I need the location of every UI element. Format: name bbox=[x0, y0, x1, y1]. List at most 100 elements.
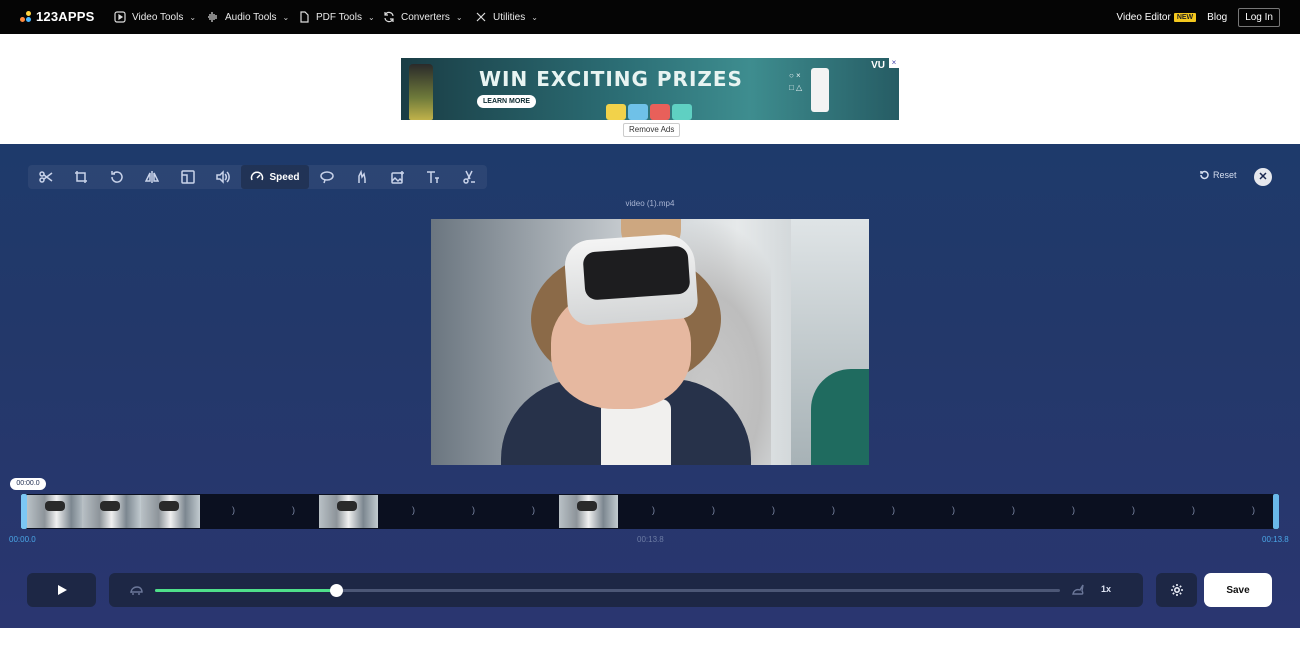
nav-video-tools[interactable]: Video Tools ⌄ bbox=[114, 0, 196, 34]
speed-marker: ) bbox=[1252, 505, 1255, 515]
nav-converters-label: Converters bbox=[401, 11, 450, 23]
tool-add-image[interactable] bbox=[380, 165, 416, 189]
page-footer-area bbox=[0, 628, 1300, 651]
ad-close-icon[interactable]: × bbox=[889, 58, 899, 68]
tool-flip[interactable] bbox=[135, 165, 171, 189]
speedometer-icon bbox=[251, 171, 264, 181]
stabilize-icon bbox=[358, 170, 366, 183]
speed-marker: ) bbox=[712, 505, 715, 515]
rabbit-icon bbox=[1071, 583, 1085, 597]
nav-video-tools-label: Video Tools bbox=[132, 11, 184, 23]
speed-marker: ) bbox=[832, 505, 835, 515]
remove-ads-button[interactable]: Remove Ads bbox=[623, 123, 681, 137]
logo-mark-icon bbox=[20, 10, 32, 23]
timeline-strip[interactable]: )))))))))))))))) bbox=[21, 494, 1279, 529]
nav-converters[interactable]: Converters ⌄ bbox=[383, 0, 463, 34]
reset-icon bbox=[1200, 170, 1209, 180]
chevron-down-icon: ⌄ bbox=[282, 12, 290, 22]
tool-cut[interactable] bbox=[28, 165, 64, 189]
new-badge: NEW bbox=[1173, 12, 1197, 22]
document-icon bbox=[300, 11, 309, 23]
tool-speed[interactable]: Speed bbox=[241, 165, 309, 189]
tool-volume[interactable] bbox=[206, 165, 242, 189]
speed-marker: ) bbox=[412, 505, 415, 515]
tool-crop[interactable] bbox=[64, 165, 100, 189]
logo[interactable]: 123APPS bbox=[20, 9, 95, 24]
timeline-thumbnail bbox=[141, 495, 200, 528]
timeline-thumbnail bbox=[82, 495, 141, 528]
nav-audio-tools-label: Audio Tools bbox=[225, 11, 277, 23]
speed-slider-fill bbox=[155, 589, 336, 592]
resize-icon bbox=[181, 170, 195, 184]
timeline-thumbnail bbox=[559, 495, 618, 528]
ad-headline: WIN EXCITING PRIZES bbox=[479, 67, 743, 91]
play-icon bbox=[57, 585, 67, 595]
top-navbar: 123APPS Video Tools ⌄ Audio Tools ⌄ PDF … bbox=[0, 0, 1300, 34]
flip-icon bbox=[145, 171, 160, 183]
ad-product-image bbox=[409, 64, 433, 120]
tool-loop[interactable] bbox=[309, 165, 345, 189]
tool-rotate[interactable] bbox=[99, 165, 135, 189]
video-editor: Speed Reset ✕ video (1).mp4 00:00.0)) … bbox=[0, 144, 1300, 628]
editor-toolbar: Speed bbox=[28, 165, 487, 189]
current-time-bubble: 00:00.0 bbox=[10, 478, 46, 490]
tool-stabilize[interactable] bbox=[345, 165, 381, 189]
tool-resize[interactable] bbox=[170, 165, 206, 189]
tool-remove-logo[interactable] bbox=[451, 165, 487, 189]
nav-utilities[interactable]: Utilities ⌄ bbox=[475, 0, 538, 34]
ad-console-image bbox=[811, 68, 829, 112]
blog-link[interactable]: Blog bbox=[1207, 12, 1227, 23]
speed-marker: ) bbox=[1012, 505, 1015, 515]
video-editor-link[interactable]: Video Editor bbox=[1117, 12, 1171, 23]
scissors-icon bbox=[39, 171, 53, 183]
save-button[interactable]: Save bbox=[1204, 573, 1272, 607]
speed-control-panel: 1x bbox=[109, 573, 1143, 607]
timeline-end-handle[interactable] bbox=[1273, 494, 1279, 529]
speed-marker: ) bbox=[1192, 505, 1195, 515]
ad-area: WIN EXCITING PRIZES LEARN MORE ○ × □ △ VU… bbox=[0, 34, 1300, 144]
settings-button[interactable] bbox=[1156, 573, 1197, 607]
speed-marker: ) bbox=[652, 505, 655, 515]
timeline-start-time: 00:00.0 bbox=[9, 535, 36, 544]
speed-marker: ) bbox=[472, 505, 475, 515]
close-button[interactable]: ✕ bbox=[1254, 168, 1272, 186]
turtle-icon bbox=[129, 583, 143, 597]
ad-brand-logo: VU bbox=[871, 60, 885, 71]
reset-label: Reset bbox=[1213, 170, 1237, 180]
reset-button[interactable]: Reset bbox=[1199, 170, 1237, 180]
speed-marker: ) bbox=[772, 505, 775, 515]
ad-gifts-image bbox=[606, 102, 716, 120]
chevron-down-icon: ⌄ bbox=[189, 12, 197, 22]
speed-marker: ) bbox=[892, 505, 895, 515]
play-button[interactable] bbox=[27, 573, 96, 607]
gear-icon bbox=[1170, 584, 1183, 596]
convert-icon bbox=[384, 11, 394, 23]
crop-icon bbox=[75, 171, 88, 183]
chevron-down-icon: ⌄ bbox=[531, 12, 538, 22]
play-square-icon bbox=[114, 11, 126, 23]
nav-pdf-tools[interactable]: PDF Tools ⌄ bbox=[298, 0, 375, 34]
chevron-down-icon: ⌄ bbox=[455, 12, 463, 22]
ad-shapes-icon: ○ × □ △ bbox=[789, 71, 803, 92]
ad-banner[interactable]: WIN EXCITING PRIZES LEARN MORE ○ × □ △ VU… bbox=[401, 58, 899, 120]
file-name: video (1).mp4 bbox=[625, 199, 675, 208]
speed-marker: ) bbox=[232, 505, 235, 515]
nav-audio-tools[interactable]: Audio Tools ⌄ bbox=[207, 0, 289, 34]
speed-slider-knob[interactable] bbox=[330, 584, 343, 597]
text-icon bbox=[427, 171, 440, 183]
timeline-mid-time: 00:13.8 bbox=[637, 535, 664, 544]
tool-text[interactable] bbox=[416, 165, 452, 189]
ad-learn-more-button[interactable]: LEARN MORE bbox=[477, 95, 537, 108]
speed-marker: ) bbox=[292, 505, 295, 515]
eraser-icon bbox=[463, 170, 475, 184]
video-preview[interactable] bbox=[431, 219, 869, 465]
login-button[interactable]: Log In bbox=[1238, 7, 1280, 27]
add-image-icon bbox=[391, 171, 404, 184]
speed-marker: ) bbox=[1132, 505, 1135, 515]
timeline-end-time: 00:13.8 bbox=[1262, 535, 1289, 544]
timeline-thumbnail bbox=[319, 495, 378, 528]
speed-slider-track[interactable] bbox=[155, 584, 1060, 597]
nav-pdf-tools-label: PDF Tools bbox=[316, 11, 362, 23]
waveform-icon bbox=[208, 12, 217, 22]
volume-icon bbox=[216, 170, 231, 184]
